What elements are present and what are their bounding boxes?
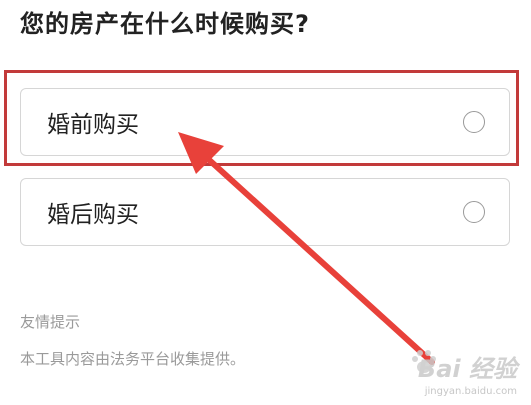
watermark-url: jingyan.baidu.com [424, 386, 517, 397]
option-label: 婚后购买 [47, 202, 139, 228]
option-label: 婚前购买 [47, 112, 139, 138]
option-after-marriage[interactable]: 婚后购买 [20, 178, 510, 246]
tip-text: 本工具内容由法务平台收集提供。 [20, 350, 246, 368]
option-before-marriage[interactable]: 婚前购买 [20, 88, 510, 156]
radio-icon[interactable] [463, 201, 485, 223]
radio-icon[interactable] [463, 111, 485, 133]
question-title: 您的房产在什么时候购买? [20, 10, 310, 38]
tip-title: 友情提示 [20, 313, 81, 331]
watermark: Bai 经验 jingyan.baidu.com [407, 347, 517, 397]
watermark-logo: Bai 经验 [417, 355, 517, 383]
